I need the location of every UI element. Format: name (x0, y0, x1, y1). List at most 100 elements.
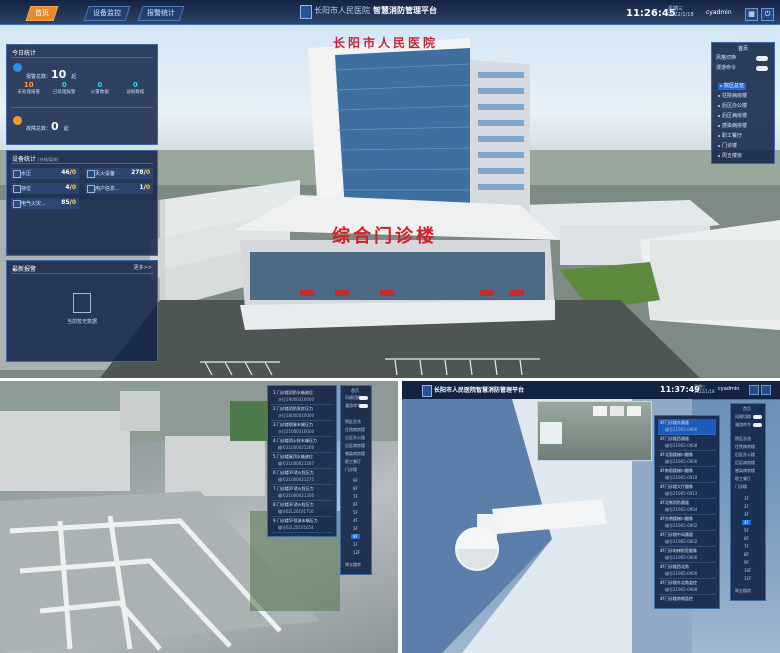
device-row-liquid-level[interactable]: 液位 4/0 (11, 183, 79, 194)
list-item[interactable]: 3.门诊楼喷淋末端压力 水位21000316000 (271, 421, 333, 437)
more-link[interactable]: 更多>> (134, 264, 152, 271)
logo-icon (300, 5, 312, 19)
building-menu: 首页 风格切换 漫游命令 院区总览 住院病房楼 后区办公楼 后区病房楼 感染病房… (711, 42, 775, 164)
grid-icon[interactable]: ▦ (745, 8, 758, 21)
floor-item[interactable]: 11F (744, 576, 751, 581)
menu-item-0[interactable]: 院区总览 (718, 83, 747, 90)
today-stats-panel: 今日统计 报警总数：10 起 10 未处理报警 0 已处理报警 0 火警数据 0 误报数… (6, 44, 158, 145)
device-row-water-pressure[interactable]: 水压 46/0 (11, 168, 79, 179)
username: cyadmin (706, 9, 732, 16)
menu-item-1[interactable]: 住院病房楼 (345, 427, 365, 433)
menu-item-3[interactable]: 后区病房楼 (345, 443, 365, 449)
floor-item[interactable]: 5F (744, 528, 749, 533)
floor-item[interactable]: 2F (744, 504, 749, 509)
roam-toggle[interactable] (359, 404, 368, 408)
power-icon[interactable]: ⏻ (761, 8, 774, 21)
floor-item[interactable]: 1F (353, 542, 358, 547)
floor-item[interactable]: 4F (353, 518, 358, 523)
menu-item-4[interactable]: 感染病房楼 (735, 468, 755, 474)
power-icon[interactable] (761, 385, 771, 395)
list-item[interactable]: 9.门诊楼5F喷淋末端压力 编号62L20101654 (271, 517, 333, 533)
menu-item-last[interactable]: 周五楼房 (345, 562, 361, 568)
menu-item-2[interactable]: 后区办公楼 (735, 452, 755, 458)
menu-item-5[interactable]: 职工餐厅 (345, 459, 361, 465)
menu-item-2[interactable]: 后区办公楼 (718, 103, 747, 110)
menu-item-0[interactable]: 院区总览 (735, 436, 751, 442)
floor-item[interactable]: 3F (744, 512, 749, 517)
alarm-icon (13, 63, 22, 72)
floor-item[interactable]: 3F (353, 526, 358, 531)
menu-item-1[interactable]: 住院病房楼 (735, 444, 755, 450)
menu-item-6[interactable]: 门诊楼 (718, 143, 737, 150)
roam-toggle[interactable] (753, 423, 762, 427)
menu-item-6[interactable]: 门诊楼 (735, 484, 747, 490)
list-item[interactable]: 4F门诊楼东通道 编号21965-0906 (658, 419, 716, 435)
list-item[interactable]: 4F北面楼梯口摄像 编号21965-0906 (658, 451, 716, 467)
floor-item[interactable]: 9F (353, 478, 358, 483)
building-roof-sign: 长阳市人民医院 (333, 36, 439, 50)
tab-device-monitor[interactable]: 设备监控 (83, 6, 131, 21)
device-row-extinguisher[interactable]: 灭火设备 278/0 (85, 168, 153, 179)
list-item[interactable]: 4F门诊楼南侧监控 (658, 595, 716, 605)
menu-item-1[interactable]: 住院病房楼 (718, 93, 747, 100)
style-toggle[interactable] (753, 415, 762, 419)
alarm-total: 报警总数：10 起 (26, 68, 77, 81)
floor-item-selected[interactable]: 8F (351, 534, 360, 539)
alarm-sub-2: 0 火警数据 (90, 81, 109, 95)
floor-item[interactable]: 7F (353, 494, 358, 499)
floor-item[interactable]: 6F (744, 536, 749, 541)
menu-item-5[interactable]: 职工餐厅 (735, 476, 751, 482)
list-item[interactable]: 4F东侧楼梯口摄像 编号21965-0902 (658, 515, 716, 531)
device-row-electrical-fire[interactable]: 电气火灾... 85/0 (11, 198, 79, 209)
fault-icon (13, 116, 22, 125)
floor-item[interactable]: 7F (744, 544, 749, 549)
floor-item-selected[interactable]: 4F (742, 520, 751, 525)
list-item[interactable]: 4F门诊楼西北角 编号21965-0906 (658, 563, 716, 579)
list-item[interactable]: 4F北侧消防通道 编号21965-0904 (658, 499, 716, 515)
floor-item[interactable]: 8F (744, 552, 749, 557)
floor-item[interactable]: 1F (744, 496, 749, 501)
floor-item[interactable]: 12F (353, 550, 360, 555)
list-item[interactable]: 4F南面楼梯口摄像 编号21965-0918 (658, 467, 716, 483)
menu-item-last[interactable]: 周五楼房 (735, 588, 751, 594)
list-item[interactable]: 8.门诊楼3F消火栓压力 编号62L20101716 (271, 501, 333, 517)
menu-item-4[interactable]: 感染病房楼 (718, 123, 747, 130)
tab-home[interactable]: 首页 (25, 6, 59, 21)
date: 星期三 2022/1/18 (694, 384, 715, 394)
floor-item[interactable]: 6F (353, 502, 358, 507)
list-item[interactable]: 5.门诊楼屋顶水箱液位 编号21000021267 (271, 453, 333, 469)
floor-item[interactable]: 10F (744, 568, 751, 573)
menu-item-3[interactable]: 后区病房楼 (718, 113, 747, 120)
style-toggle[interactable] (756, 56, 768, 61)
floor-item[interactable]: 5F (353, 510, 358, 515)
list-item[interactable]: 2.门诊楼消防泵房压力 水位18000040000 (271, 405, 333, 421)
list-item[interactable]: 4F门诊楼西通道 编号21965-0908 (658, 435, 716, 451)
menu-item-2[interactable]: 后区办公楼 (345, 435, 365, 441)
list-item[interactable]: 7.门诊楼2F消火栓压力 编号21000021300 (271, 485, 333, 501)
menu-item-7[interactable]: 周五楼房 (718, 153, 742, 160)
list-item[interactable]: 6.门诊楼1F消火栓压力 编号21000021275 (271, 469, 333, 485)
roam-toggle[interactable] (756, 66, 768, 71)
menu-item-3[interactable]: 后区病房楼 (735, 460, 755, 466)
menu-item-0[interactable]: 院区总览 (345, 419, 361, 425)
list-item[interactable]: 4F门诊电梯前室摄像 编号21965-0906 (658, 547, 716, 563)
list-item[interactable]: 4F门诊楼大厅摄像 编号21965-0913 (658, 483, 716, 499)
list-item[interactable]: 4F门诊楼中间通道 编号21965-0902 (658, 531, 716, 547)
building-sign: 综合门诊楼 (332, 226, 437, 247)
floor-item[interactable]: 8F (353, 486, 358, 491)
camera-video-thumbnail[interactable] (537, 401, 652, 461)
grid-icon[interactable] (749, 385, 759, 395)
menu-item-6[interactable]: 门诊楼 (345, 467, 357, 473)
device-row-user-info[interactable]: 用户信息... 1/0 (85, 183, 153, 194)
floor-item[interactable]: 9F (744, 560, 749, 565)
device-stats-title: 设备统计 (在线/离线) (12, 156, 59, 163)
bottom-right-scene: 长阳市人民医院智慧消防管理平台 11:37:49 星期三 2022/1/18 cy… (402, 381, 780, 653)
list-item[interactable]: 4F门诊楼东北角监控 编号21965-0908 (658, 579, 716, 595)
style-toggle[interactable] (359, 396, 368, 400)
tab-alarm-stats[interactable]: 报警统计 (137, 6, 185, 21)
menu-head: 首页 (743, 406, 751, 411)
list-item[interactable]: 4.门诊楼消火栓末端压力 编号21000021266 (271, 437, 333, 453)
menu-item-4[interactable]: 感染病房楼 (345, 451, 365, 457)
list-item[interactable]: 1.门诊楼消防水箱液位 水位19000316000 (271, 389, 333, 405)
menu-item-5[interactable]: 职工餐厅 (718, 133, 742, 140)
